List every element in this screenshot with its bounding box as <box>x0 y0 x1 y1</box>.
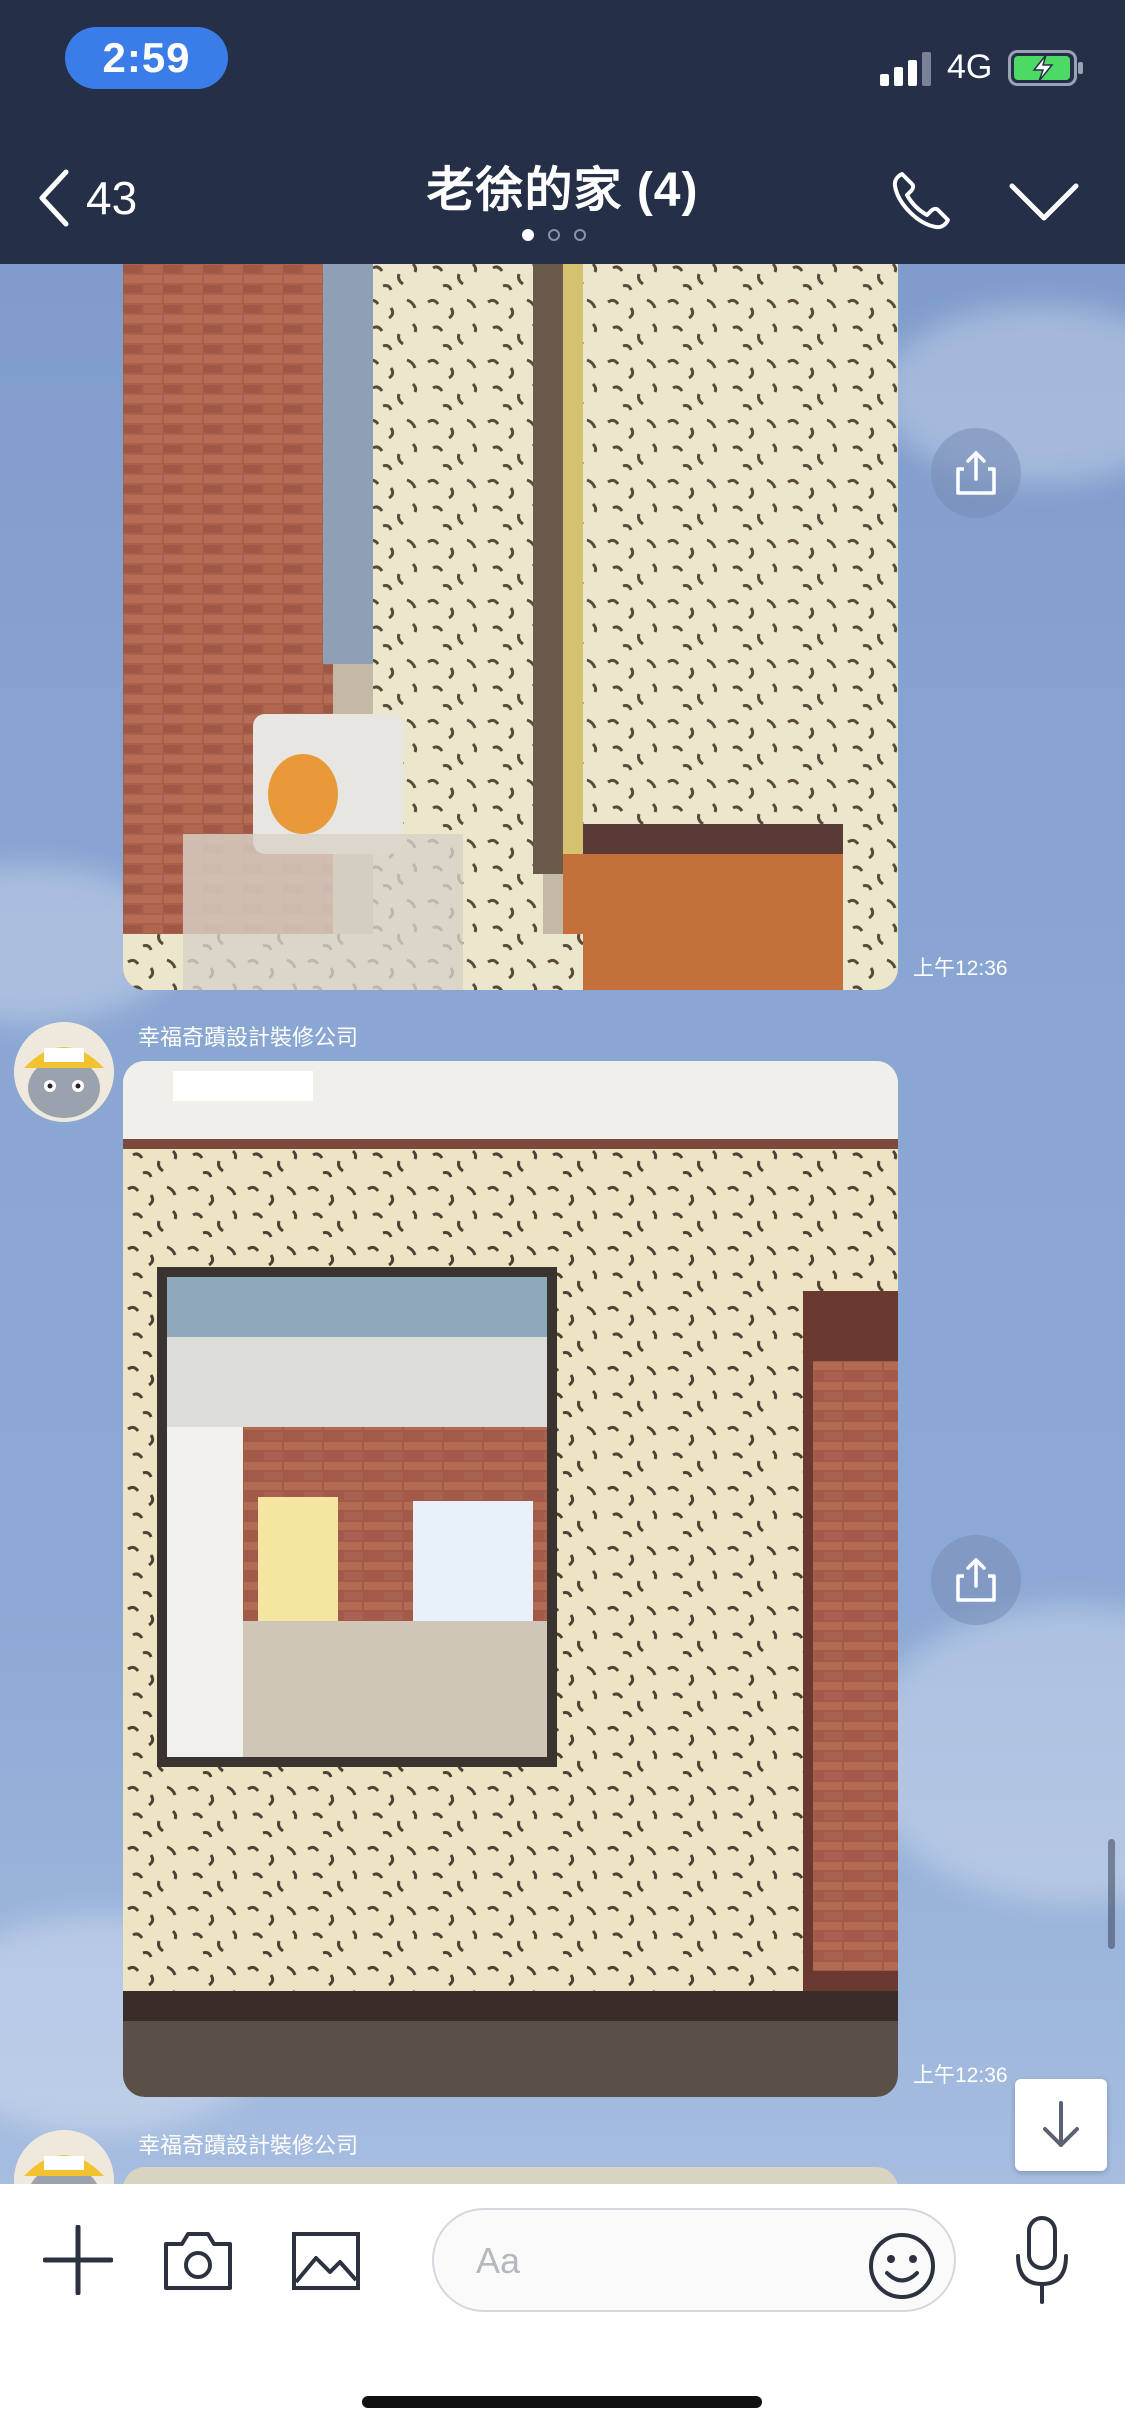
share-button[interactable] <box>931 1535 1021 1625</box>
sender-avatar[interactable] <box>14 2130 114 2184</box>
camera-button[interactable] <box>160 2224 236 2296</box>
message-input-bar: Aa <box>0 2184 1125 2436</box>
message-time: 上午12:36 <box>913 2064 1008 2087</box>
sender-avatar[interactable] <box>14 1022 114 1122</box>
sender-name: 幸福奇蹟設計裝修公司 <box>138 1025 359 1050</box>
voice-message-button[interactable] <box>1010 2214 1074 2308</box>
emoji-icon[interactable] <box>866 2230 938 2302</box>
share-icon <box>956 451 996 495</box>
message-photo[interactable] <box>123 2167 898 2184</box>
signal-strength-icon <box>880 52 931 86</box>
page-indicator <box>522 229 602 245</box>
chevron-down-icon[interactable] <box>1008 178 1080 226</box>
scrollbar[interactable] <box>1108 1839 1115 1949</box>
chat-messages[interactable]: 上午12:36 幸福奇蹟設計裝修公司 上午12:36 幸福奇蹟設計裝修公司 <box>0 264 1125 2184</box>
input-placeholder: Aa <box>476 2240 521 2281</box>
scroll-to-bottom-button[interactable] <box>1015 2079 1107 2171</box>
room-renovation-photo-image <box>123 1061 898 2097</box>
cartoon-cat-avatar-image <box>14 1022 114 1122</box>
message-photo[interactable] <box>123 264 898 990</box>
home-indicator[interactable] <box>362 2396 762 2408</box>
construction-photo-image <box>123 264 898 990</box>
plus-icon <box>43 2225 113 2295</box>
network-type: 4G <box>947 48 993 86</box>
page-dot <box>574 229 586 241</box>
microphone-icon <box>1016 2216 1068 2304</box>
share-icon <box>956 1558 996 1602</box>
status-time: 2:59 <box>65 27 228 89</box>
chat-header: 2:59 4G 43 老徐的家 (4) <box>0 0 1125 264</box>
message-input[interactable]: Aa <box>432 2208 956 2312</box>
message-time: 上午12:36 <box>913 957 1008 980</box>
background-cloud <box>860 1604 1125 1904</box>
battery-charging-icon <box>1008 50 1083 86</box>
arrow-down-icon <box>1043 2101 1079 2147</box>
chat-title[interactable]: 老徐的家 (4) <box>0 150 1125 220</box>
phone-call-icon[interactable] <box>888 168 954 234</box>
image-icon <box>292 2232 360 2290</box>
cartoon-cat-avatar-image <box>14 2130 114 2184</box>
sender-name: 幸福奇蹟設計裝修公司 <box>138 2133 359 2158</box>
add-button[interactable] <box>40 2222 116 2298</box>
gallery-button[interactable] <box>288 2224 364 2296</box>
camera-icon <box>164 2232 232 2290</box>
message-photo[interactable] <box>123 1061 898 2097</box>
page-dot <box>548 229 560 241</box>
page-dot-active <box>522 229 534 241</box>
share-button[interactable] <box>931 428 1021 518</box>
